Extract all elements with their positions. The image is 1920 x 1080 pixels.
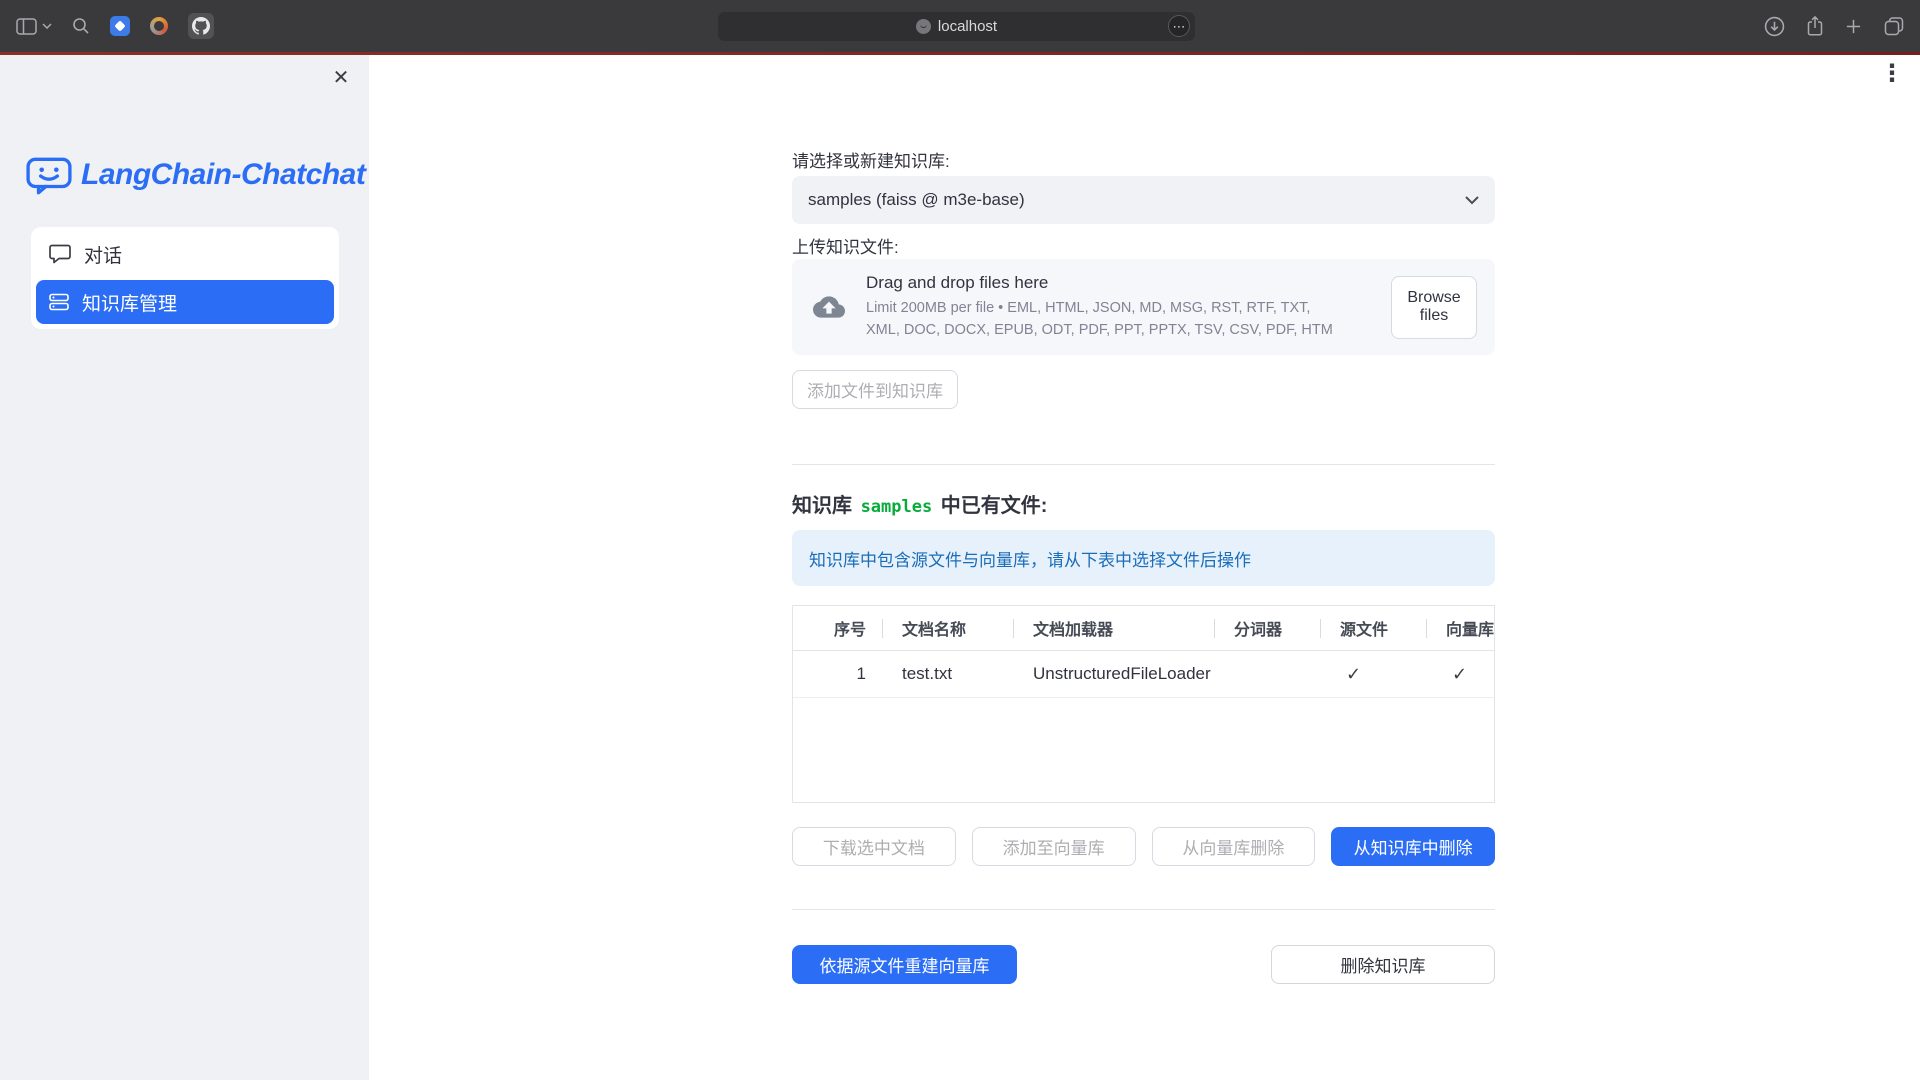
- dropzone-limits: Limit 200MB per file • EML, HTML, JSON, …: [866, 298, 1334, 340]
- file-dropzone[interactable]: Drag and drop files here Limit 200MB per…: [792, 259, 1495, 355]
- col-header-loader[interactable]: 文档加载器: [1013, 606, 1214, 650]
- chat-logo-icon: [26, 155, 72, 195]
- add-files-button[interactable]: 添加文件到知识库: [792, 370, 958, 409]
- share-icon[interactable]: [1807, 16, 1823, 36]
- extension-icon-ring[interactable]: [150, 17, 168, 35]
- sidebar-item-knowledge-base[interactable]: 知识库管理: [36, 280, 334, 324]
- download-selected-button[interactable]: 下载选中文档: [792, 827, 956, 866]
- kb-selectbox-value: samples (faiss @ m3e-base): [808, 190, 1025, 210]
- app-logo: LangChain-Chatchat: [26, 155, 365, 195]
- col-header-index[interactable]: 序号: [793, 606, 882, 650]
- app-logo-text: LangChain-Chatchat: [81, 158, 365, 192]
- github-icon: [192, 17, 210, 35]
- sidebar-item-label: 知识库管理: [82, 289, 177, 316]
- browse-files-button[interactable]: Browse files: [1391, 276, 1477, 339]
- table-header-row: 序号 文档名称 文档加载器 分词器 源文件 向量库: [793, 606, 1494, 651]
- delete-kb-button[interactable]: 删除知识库: [1271, 945, 1495, 984]
- github-extension-icon[interactable]: [188, 13, 214, 39]
- chevron-down-icon: [42, 23, 52, 29]
- chat-bubble-icon: [49, 244, 71, 264]
- files-table: 序号 文档名称 文档加载器 分词器 源文件 向量库 1 test.txt Uns…: [792, 605, 1495, 803]
- sidebar-toggle-icon[interactable]: [16, 18, 52, 35]
- new-tab-icon[interactable]: [1845, 18, 1862, 35]
- divider: [792, 909, 1495, 910]
- sidebar-item-dialogue[interactable]: 对话: [36, 232, 334, 276]
- dropzone-instruction: Drag and drop files here: [866, 273, 1334, 293]
- divider: [792, 464, 1495, 465]
- col-header-vector[interactable]: 向量库: [1426, 606, 1494, 650]
- sidebar: ✕ LangChain-Chatchat 对话: [0, 55, 369, 1080]
- remove-from-vector-button[interactable]: 从向量库删除: [1152, 827, 1316, 866]
- kb-selectbox[interactable]: samples (faiss @ m3e-base): [792, 176, 1495, 224]
- cell-filename[interactable]: test.txt: [882, 651, 1013, 697]
- col-header-filename[interactable]: 文档名称: [882, 606, 1013, 650]
- search-icon[interactable]: [72, 17, 90, 35]
- downloads-icon[interactable]: [1764, 16, 1785, 37]
- kb-files-heading: 知识库 samples 中已有文件:: [792, 489, 1495, 518]
- dropzone-text: Drag and drop files here Limit 200MB per…: [866, 273, 1334, 340]
- app-menu-icon[interactable]: ⋮: [1880, 62, 1904, 86]
- cell-vector-check[interactable]: ✓: [1426, 651, 1494, 697]
- col-header-splitter[interactable]: 分词器: [1214, 606, 1320, 650]
- sidebar-item-label: 对话: [84, 241, 122, 268]
- cloud-upload-icon: [810, 291, 848, 323]
- heading-suffix: 中已有文件:: [935, 495, 1047, 517]
- extension-icon-blue[interactable]: [110, 16, 130, 36]
- cell-source-check[interactable]: ✓: [1320, 651, 1426, 697]
- delete-from-kb-button[interactable]: 从知识库中删除: [1331, 827, 1495, 866]
- sidebar-nav: 对话 知识库管理: [31, 227, 339, 329]
- heading-prefix: 知识库: [792, 495, 858, 517]
- add-to-vector-button[interactable]: 添加至向量库: [972, 827, 1136, 866]
- tab-overview-icon[interactable]: [1884, 17, 1904, 36]
- cell-splitter[interactable]: [1214, 651, 1320, 697]
- table-row[interactable]: 1 test.txt UnstructuredFileLoader ✓ ✓: [793, 651, 1494, 698]
- cell-loader[interactable]: UnstructuredFileLoader: [1013, 651, 1214, 697]
- database-icon: [49, 293, 69, 311]
- cell-index[interactable]: 1: [793, 651, 882, 697]
- main-content: 请选择或新建知识库: samples (faiss @ m3e-base) 上传…: [792, 0, 1495, 1080]
- upload-label: 上传知识文件:: [792, 233, 1495, 258]
- rebuild-vector-store-button[interactable]: 依据源文件重建向量库: [792, 945, 1017, 984]
- file-action-buttons: 下载选中文档 添加至向量库 从向量库删除 从知识库中删除: [792, 827, 1495, 866]
- sidebar-close-icon[interactable]: ✕: [328, 65, 354, 91]
- kb-name-code: samples: [858, 497, 936, 517]
- chevron-down-icon: [1465, 190, 1479, 210]
- col-header-source[interactable]: 源文件: [1320, 606, 1426, 650]
- kb-select-label: 请选择或新建知识库:: [792, 147, 1495, 172]
- info-text: 知识库中包含源文件与向量库，请从下表中选择文件后操作: [809, 546, 1251, 571]
- info-alert: 知识库中包含源文件与向量库，请从下表中选择文件后操作: [792, 530, 1495, 586]
